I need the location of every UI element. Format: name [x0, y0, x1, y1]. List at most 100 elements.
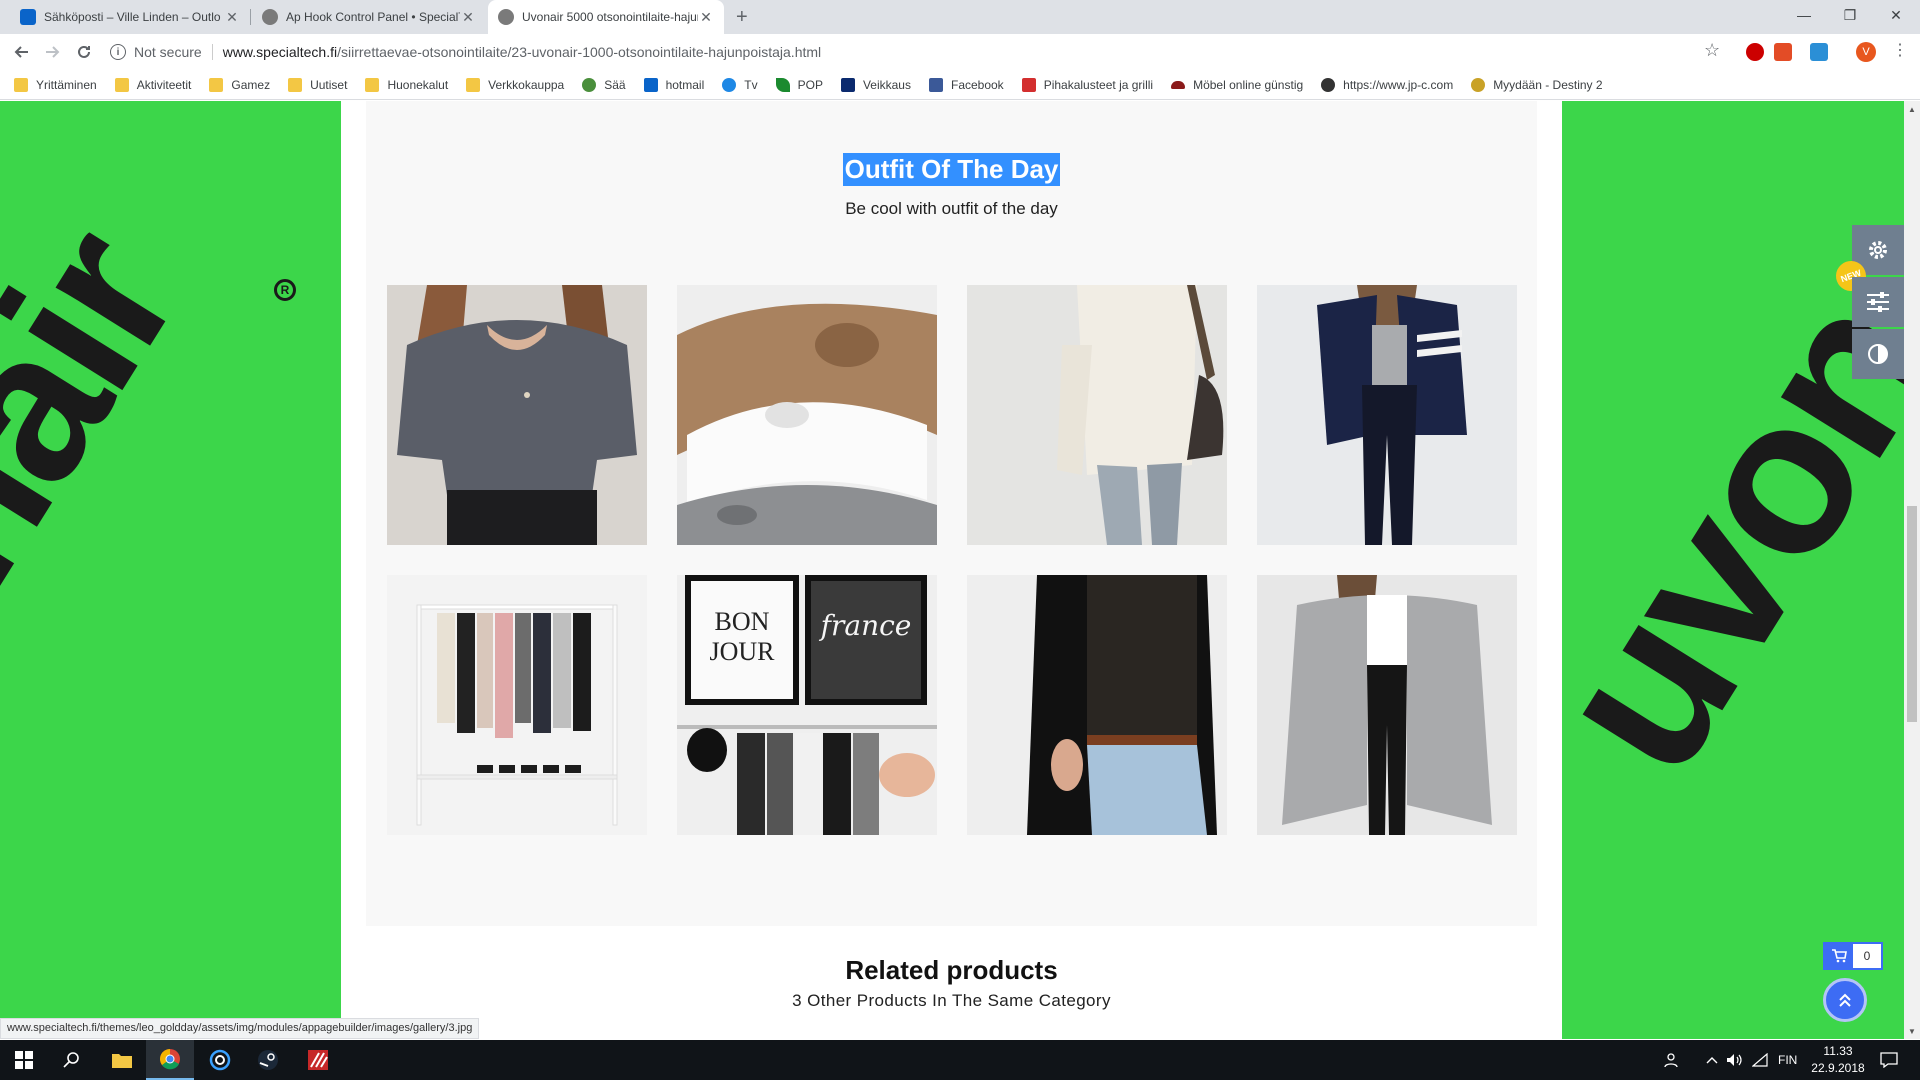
folder-icon [112, 1054, 132, 1068]
url-path: /siirrettaevae-otsonointilaite/23-uvonai… [337, 44, 822, 60]
bookmark-pop[interactable]: POP [775, 77, 823, 92]
bookmark-verkkokauppa[interactable]: Verkkokauppa [466, 77, 564, 92]
chevron-up-icon[interactable] [1706, 1040, 1718, 1080]
svg-text:JOUR: JOUR [709, 637, 775, 666]
clothes-rack-photo[interactable] [387, 575, 647, 835]
restore-button[interactable]: ❐ [1828, 0, 1872, 30]
chrome-icon [160, 1049, 180, 1070]
contrast-button[interactable] [1852, 329, 1904, 379]
back-button[interactable] [8, 38, 36, 66]
tv-icon [722, 77, 737, 92]
chrome-taskbar-button[interactable] [146, 1040, 194, 1080]
grey-tshirt-photo[interactable] [387, 285, 647, 545]
uplay-button[interactable] [196, 1040, 244, 1080]
extension-icon[interactable] [1810, 43, 1828, 61]
network-icon[interactable] [1752, 1040, 1768, 1080]
action-center-icon[interactable] [1880, 1040, 1898, 1080]
bonjour-france-photo[interactable]: BON JOUR france [677, 575, 937, 835]
system-clock[interactable]: 11.33 22.9.2018 [1806, 1043, 1870, 1077]
tab-uvonair-active[interactable]: Uvonair 5000 otsonointilaite-hajunpoista… [488, 0, 724, 34]
related-products-subtitle: 3 Other Products In The Same Category [792, 991, 1111, 1010]
bookmark-facebook[interactable]: Facebook [928, 77, 1004, 92]
tab-aphook[interactable]: Ap Hook Control Panel • SpecialT ✕ [252, 0, 486, 34]
tab-divider [250, 9, 251, 25]
browser-toolbar: i Not secure www.specialtech.fi/siirrett… [0, 34, 1920, 70]
not-secure-label: Not secure [134, 44, 202, 60]
bookmark-destiny[interactable]: Myydään - Destiny 2 [1471, 77, 1603, 92]
profile-avatar[interactable]: V [1856, 42, 1876, 62]
facebook-icon [928, 77, 943, 92]
contrast-icon [1868, 344, 1888, 364]
bookmark-star-icon[interactable]: ☆ [1704, 40, 1720, 61]
gallery-subtitle: Be cool with outfit of the day [845, 199, 1058, 218]
bookmark-uutiset[interactable]: Uutiset [288, 77, 347, 92]
bookmark-veikkaus[interactable]: Veikkaus [840, 77, 911, 92]
uplay-icon [209, 1049, 231, 1071]
close-tab-icon[interactable]: ✕ [460, 9, 476, 26]
customizer-button[interactable] [1852, 277, 1904, 327]
start-button[interactable] [0, 1040, 48, 1080]
bookmark-huonekalut[interactable]: Huonekalut [365, 77, 448, 92]
browser-menu-icon[interactable]: ⋮ [1892, 40, 1908, 60]
steam-icon [258, 1050, 278, 1070]
new-tab-button[interactable]: + [736, 6, 748, 29]
forward-button[interactable] [38, 38, 66, 66]
bookmark-hotmail[interactable]: hotmail [643, 77, 704, 92]
adblock-icon[interactable] [1746, 43, 1764, 61]
bookmark-tv[interactable]: Tv [722, 77, 758, 92]
bookmark-saa[interactable]: Sää [582, 77, 626, 92]
language-indicator[interactable]: FIN [1778, 1040, 1797, 1080]
bookmark-label: Myydään - Destiny 2 [1493, 77, 1603, 92]
bookmark-mobel[interactable]: Möbel online günstig [1171, 78, 1303, 92]
folder-icon [466, 77, 481, 92]
car-icon [1171, 80, 1186, 89]
close-window-button[interactable]: ✕ [1874, 0, 1918, 30]
reload-button[interactable] [70, 38, 98, 66]
tab-title: Ap Hook Control Panel • SpecialT [286, 10, 460, 24]
scroll-up-arrow-icon[interactable]: ▲ [1904, 101, 1920, 117]
people-icon[interactable] [1664, 1040, 1682, 1080]
outlook-icon [643, 77, 658, 92]
grey-cardigan-photo[interactable] [1257, 575, 1517, 835]
tab-outlook[interactable]: Sähköposti – Ville Linden – Outlo ✕ [10, 0, 250, 34]
cart-count: 0 [1863, 949, 1871, 963]
app-taskbar-button[interactable] [294, 1040, 342, 1080]
black-blazer-photo[interactable] [967, 575, 1227, 835]
back-to-top-button[interactable] [1823, 978, 1867, 1022]
check-icon [840, 77, 855, 92]
related-products-title: Related products [845, 955, 1058, 985]
close-tab-icon[interactable]: ✕ [224, 9, 240, 26]
folder-icon [14, 77, 28, 92]
volume-icon[interactable] [1726, 1040, 1744, 1080]
leaf-icon [775, 77, 790, 92]
forward-arrow-icon [46, 46, 60, 58]
folded-sweaters-photo[interactable] [677, 285, 937, 545]
bookmark-label: Veikkaus [862, 77, 911, 92]
steam-button[interactable] [244, 1040, 292, 1080]
url-host: www.specialtech.fi [222, 44, 338, 60]
close-tab-icon[interactable]: ✕ [698, 9, 714, 26]
folder-icon [288, 77, 303, 92]
bookmark-jpc[interactable]: https://www.jp-c.com [1321, 77, 1454, 92]
file-explorer-button[interactable] [98, 1040, 146, 1080]
bookmark-gamez[interactable]: Gamez [209, 77, 270, 92]
outlook-icon [20, 9, 36, 25]
gallery-title: Outfit Of The Day [842, 153, 1061, 186]
bookmark-yrittaminen[interactable]: Yrittäminen [14, 77, 97, 92]
cart-widget[interactable]: 0 [1823, 942, 1883, 970]
info-icon[interactable]: i [110, 44, 126, 60]
windows-logo-icon [15, 1051, 33, 1069]
address-bar[interactable]: i Not secure www.specialtech.fi/siirrett… [110, 38, 1710, 66]
scrollbar-thumb[interactable] [1907, 506, 1917, 722]
cream-sweater-photo[interactable] [967, 285, 1227, 545]
bookmark-pihakalusteet[interactable]: Pihakalusteet ja grilli [1021, 77, 1154, 92]
minimize-button[interactable]: — [1782, 0, 1826, 30]
scroll-down-arrow-icon[interactable]: ▼ [1904, 1023, 1920, 1039]
search-button[interactable] [48, 1040, 96, 1080]
navy-jacket-photo[interactable] [1257, 285, 1517, 545]
bookmark-label: https://www.jp-c.com [1343, 77, 1454, 92]
extension-icon[interactable] [1774, 43, 1792, 61]
bookmark-aktiviteetit[interactable]: Aktiviteetit [114, 77, 191, 92]
bookmark-label: Pihakalusteet ja grilli [1043, 77, 1154, 92]
clock-date: 22.9.2018 [1811, 1061, 1865, 1075]
